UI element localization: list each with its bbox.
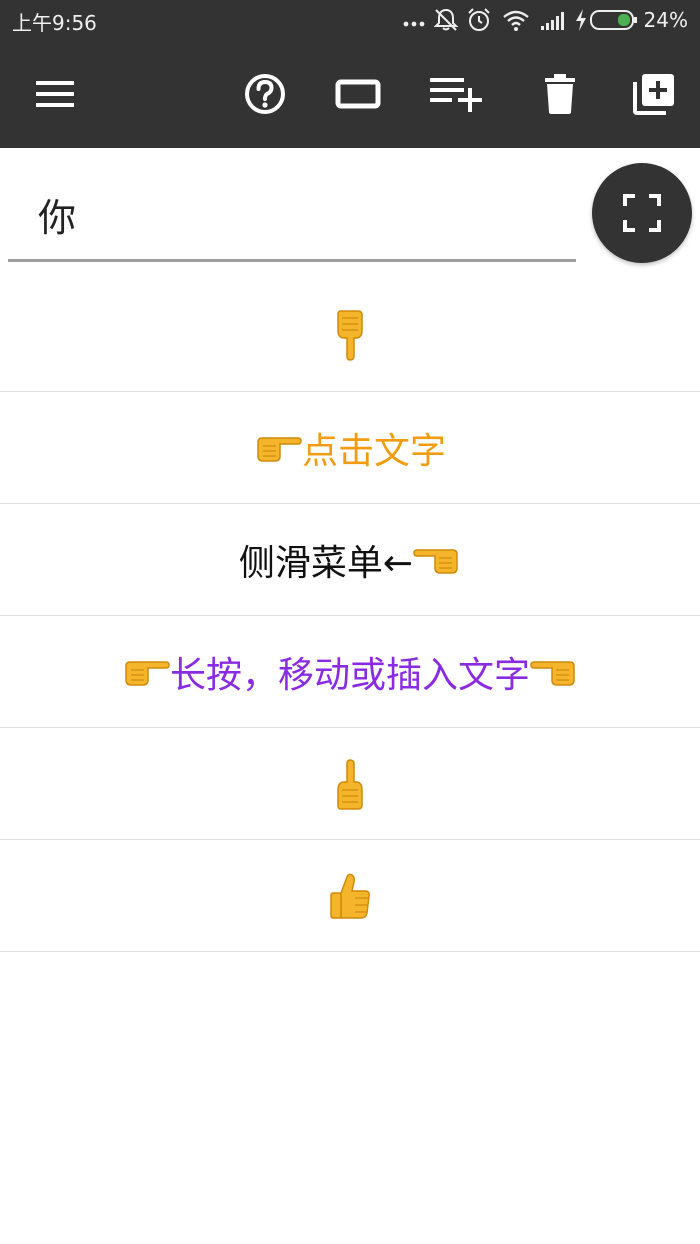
point-right-icon — [257, 436, 302, 462]
wifi-icon — [502, 10, 529, 31]
more-dots-icon — [403, 21, 424, 27]
list-item-text: 点击文字 — [301, 430, 446, 472]
delete-icon — [545, 74, 575, 114]
help-icon — [245, 74, 285, 114]
point-up-icon — [337, 758, 363, 810]
list-item-text: 侧滑菜单← — [238, 542, 414, 584]
menu-button[interactable] — [27, 66, 83, 122]
thumbs-up-icon — [330, 873, 370, 919]
fullscreen-icon — [623, 194, 661, 232]
signal-icon — [540, 12, 564, 30]
menu-icon — [36, 81, 74, 107]
status-time: 上午9:56 — [12, 11, 97, 35]
list-item-content: 长按，移动或插入文字 — [122, 646, 578, 698]
list-item[interactable] — [0, 728, 700, 840]
point-down-icon — [337, 309, 363, 361]
list-item[interactable]: 长按，移动或插入文字 — [0, 616, 700, 728]
battery-icon — [589, 10, 637, 30]
help-button[interactable] — [237, 66, 293, 122]
list-item[interactable] — [0, 840, 700, 952]
rectangle-icon — [335, 79, 381, 109]
add-to-list-button[interactable] — [428, 66, 484, 122]
fullscreen-button[interactable] — [592, 163, 692, 263]
battery-percent: 24% — [643, 8, 688, 32]
text-list: 点击文字 侧滑菜单← 长按，移动或插入文字 — [0, 280, 700, 952]
mute-bell-icon — [433, 8, 458, 31]
point-left-icon — [413, 548, 458, 574]
app-screen: 上午9:56 24% 你 点击文字 侧滑菜单← 长按，移动或插入文字 — [0, 0, 700, 1244]
rectangle-button[interactable] — [330, 66, 386, 122]
status-icons: 24% — [402, 5, 688, 35]
list-item-content: 点击文字 — [254, 422, 446, 474]
add-new-button[interactable] — [626, 66, 682, 122]
list-item[interactable] — [0, 280, 700, 392]
charging-icon — [575, 9, 586, 31]
toolbar — [0, 40, 700, 148]
input-area — [0, 148, 700, 278]
text-input[interactable] — [8, 170, 576, 262]
list-item-text: 长按，移动或插入文字 — [169, 654, 530, 696]
delete-button[interactable] — [532, 66, 588, 122]
alarm-icon — [467, 8, 490, 31]
point-left-icon — [530, 660, 575, 686]
status-bar: 上午9:56 24% — [0, 0, 700, 40]
list-item[interactable]: 点击文字 — [0, 392, 700, 504]
list-item[interactable]: 侧滑菜单← — [0, 504, 700, 616]
list-item-content: 侧滑菜单← — [239, 534, 461, 586]
library-add-icon — [633, 74, 674, 115]
point-right-icon — [125, 660, 170, 686]
playlist-add-icon — [430, 78, 482, 112]
